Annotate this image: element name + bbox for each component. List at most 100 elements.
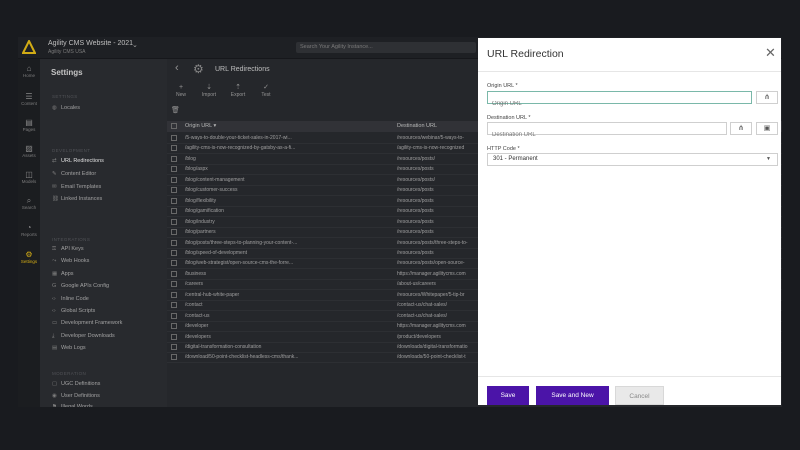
nav-home[interactable]: ⌂ Home (18, 64, 40, 78)
section-header: INTEGRATIONS (52, 237, 91, 242)
nav-reports[interactable]: ◔ Reports (18, 223, 40, 237)
row-checkbox[interactable] (171, 270, 177, 277)
row-checkbox[interactable] (171, 312, 177, 319)
caret-down-icon: ▼ (766, 156, 771, 162)
section-header: MODERATION (52, 371, 87, 376)
row-checkbox[interactable] (171, 239, 177, 246)
destination-url-cell: /resources/posts (397, 249, 434, 256)
row-checkbox[interactable] (171, 344, 177, 350)
nav-content[interactable]: ☰ Content (18, 92, 40, 106)
nav-label: Search (21, 205, 37, 210)
panel-title: URL Redirection (487, 48, 564, 60)
row-checkbox[interactable] (171, 187, 177, 194)
destination-url-input[interactable] (488, 129, 726, 141)
editor-icon: ✎ (52, 170, 57, 177)
settings-icon: ⚙ (25, 250, 33, 259)
destination-url-cell: /resources/posts (397, 197, 434, 204)
settings-item-label: Google APIs Config (61, 283, 110, 290)
settings-item-ugc-definitions[interactable]: ▢ UGC Definitions (52, 381, 100, 390)
panel-footer: Save Save and New Cancel (478, 376, 781, 406)
close-icon[interactable]: ✕ (765, 46, 776, 59)
row-checkbox[interactable] (171, 135, 177, 141)
row-checkbox[interactable] (171, 229, 177, 236)
destination-url-field[interactable] (487, 122, 727, 141)
save-button[interactable]: Save (487, 386, 529, 405)
http-code-label: HTTP Code * (487, 146, 520, 152)
settings-item-user-definitions[interactable]: ◉ User Definitions (52, 393, 100, 402)
nav-assets[interactable]: ▨ Assets (18, 144, 40, 158)
trash-icon[interactable]: 🗑 (171, 106, 180, 114)
agility-logo-icon[interactable] (22, 40, 36, 54)
row-checkbox[interactable] (171, 354, 177, 361)
settings-item-linked-instances[interactable]: ⛓ Linked Instances (52, 196, 102, 205)
site-title[interactable]: Agility CMS Website - 2021 (48, 40, 133, 47)
row-checkbox[interactable] (171, 281, 177, 288)
origin-url-cell: /careers (185, 281, 204, 288)
destination-url-label: Destination URL * (487, 115, 531, 121)
row-checkbox[interactable] (171, 176, 177, 183)
settings-item-email-templates[interactable]: ✉ Email Templates (52, 184, 101, 193)
origin-url-cell: /5-ways-to-double-your-ticket-sales-in-2… (185, 135, 292, 141)
reports-icon: ◔ (26, 223, 32, 232)
home-icon: ⌂ (26, 64, 32, 73)
settings-item-google-apis-config[interactable]: G Google APIs Config (52, 283, 109, 292)
row-checkbox[interactable] (171, 291, 177, 298)
nav-pages[interactable]: ▤ Pages (18, 118, 40, 132)
origin-url-field[interactable] (487, 91, 752, 110)
row-checkbox[interactable] (171, 260, 177, 267)
settings-item-apps[interactable]: ▦ Apps (52, 271, 74, 280)
nav-label: Models (21, 179, 37, 184)
settings-item-url-redirections[interactable]: ⇄ URL Redirections (52, 158, 104, 167)
search-input[interactable]: Search Your Agility Instance... (296, 42, 476, 53)
toolbar-label: Test (261, 92, 271, 98)
row-checkbox[interactable] (171, 197, 177, 204)
settings-item-web-hooks[interactable]: ⤳ Web Hooks (52, 258, 89, 267)
settings-item-locales[interactable]: ◍ Locales (52, 105, 80, 114)
settings-item-global-scripts[interactable]: ‹› Global Scripts (52, 308, 95, 317)
row-checkbox[interactable] (171, 208, 177, 215)
image-icon[interactable]: ▣ (756, 122, 778, 135)
column-origin-url[interactable]: Origin URL ▾ (185, 123, 216, 129)
destination-url-cell: /downloads/50-point-checklist-t (397, 354, 466, 361)
row-checkbox[interactable] (171, 323, 177, 330)
sitemap-icon[interactable]: ⋔ (756, 91, 778, 104)
sitemap-icon[interactable]: ⋔ (730, 122, 752, 135)
row-checkbox[interactable] (171, 333, 177, 340)
settings-item-inline-code[interactable]: ‹› Inline Code (52, 296, 89, 305)
settings-item-content-editor[interactable]: ✎ Content Editor (52, 171, 96, 180)
settings-item-illegal-words[interactable]: ⚑Illegal Words (52, 404, 93, 407)
row-checkbox[interactable] (171, 302, 177, 309)
origin-url-cell: /blog/customer-success (185, 187, 238, 194)
user-icon: ◉ (52, 392, 57, 399)
download-icon: ⤓ (52, 332, 55, 339)
row-checkbox[interactable] (171, 155, 177, 162)
settings-item-api-keys[interactable]: ⚿ API Keys (52, 246, 84, 255)
settings-item-development-framework[interactable]: ▭ Development Framework (52, 320, 122, 329)
test-button[interactable]: ✓ Test (255, 83, 277, 98)
origin-url-cell: /download/50-point-checklist-headless-cm… (185, 354, 299, 361)
nav-search[interactable]: ⌕ Search (18, 196, 40, 210)
settings-item-web-logs[interactable]: ▤ Web Logs (52, 345, 86, 354)
import-button[interactable]: ⇣ Import (198, 83, 220, 98)
new-button[interactable]: + New (170, 83, 192, 98)
origin-url-input[interactable] (488, 98, 751, 110)
row-checkbox[interactable] (171, 218, 177, 225)
select-all-checkbox[interactable] (171, 123, 177, 129)
section-header: DEVELOPMENT (52, 148, 91, 153)
cancel-button[interactable]: Cancel (615, 386, 664, 405)
row-checkbox[interactable] (171, 166, 177, 173)
settings-item-label: Content Editor (61, 170, 97, 177)
settings-item-developer-downloads[interactable]: ⤓ Developer Downloads (52, 333, 115, 342)
redirect-icon: ⇄ (52, 158, 57, 164)
export-button[interactable]: ⇡ Export (227, 83, 249, 98)
row-checkbox[interactable] (171, 249, 177, 256)
chevron-down-icon[interactable]: ⌄ (132, 41, 138, 49)
back-arrow-icon[interactable]: ‹ (175, 62, 179, 74)
nav-models[interactable]: ◫ Models (18, 170, 40, 184)
row-checkbox[interactable] (171, 145, 177, 152)
column-destination-url[interactable]: Destination URL (397, 123, 437, 129)
settings-item-label: Linked Instances (61, 196, 103, 203)
nav-settings[interactable]: ⚙ Settings (18, 250, 40, 264)
save-and-new-button[interactable]: Save and New (536, 386, 609, 405)
http-code-select[interactable]: 301 - Permanent ▼ (487, 153, 778, 166)
